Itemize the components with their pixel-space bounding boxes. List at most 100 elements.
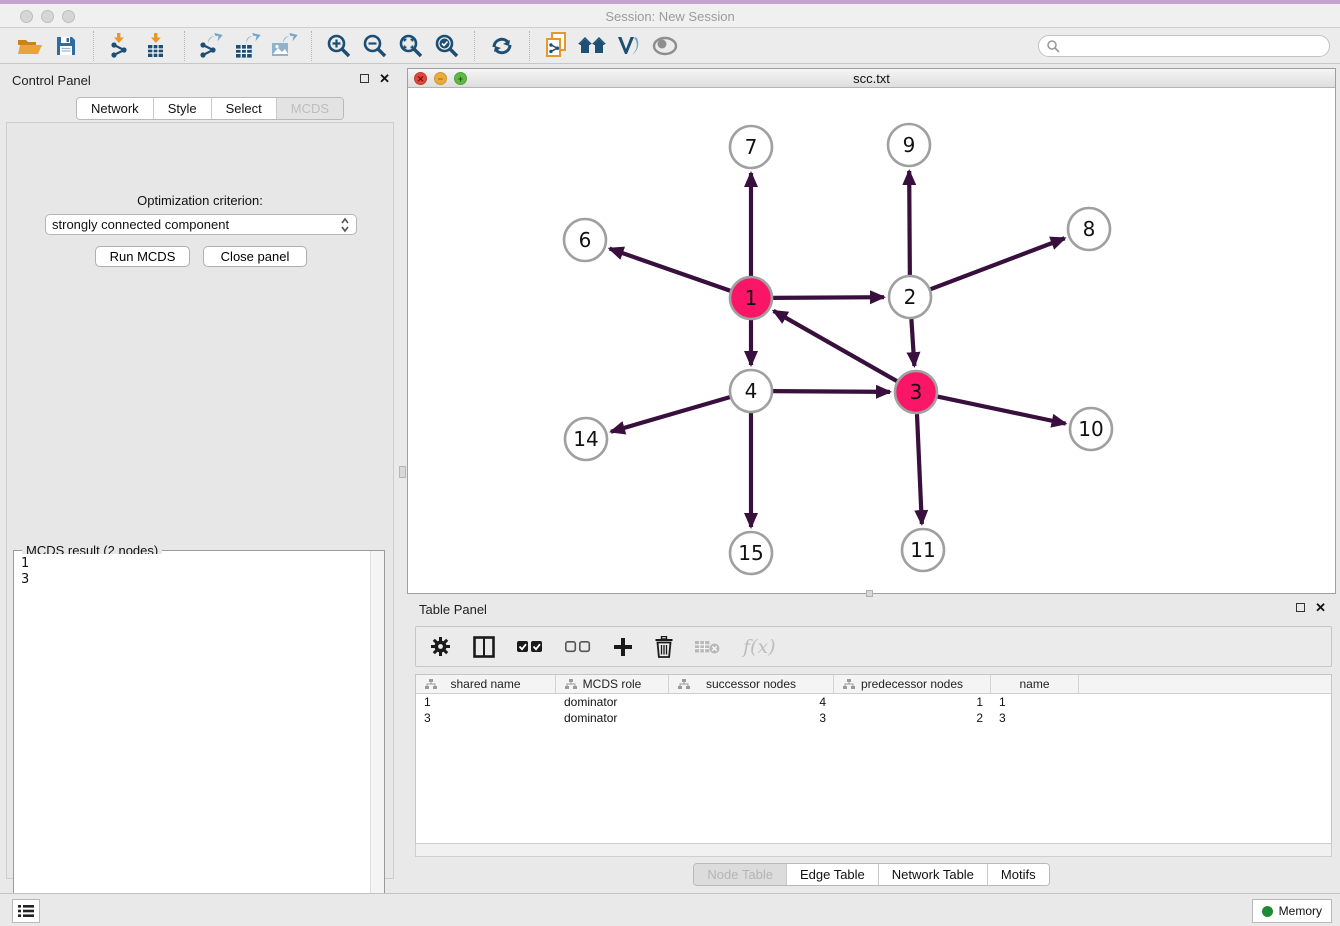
- graph-node-15[interactable]: 15: [730, 532, 772, 574]
- splitter-handle[interactable]: [399, 466, 406, 478]
- network-resize-handle[interactable]: [866, 590, 873, 597]
- task-history-button[interactable]: [12, 899, 40, 923]
- table-cell[interactable]: 3: [991, 710, 1079, 726]
- import-network-icon[interactable]: [106, 32, 136, 60]
- graph-node-9[interactable]: 9: [888, 124, 930, 166]
- control-panel-title: Control Panel: [12, 73, 91, 88]
- list-icon: [18, 904, 34, 918]
- edge-2-3[interactable]: [911, 319, 914, 366]
- tab-network-table[interactable]: Network Table: [879, 864, 988, 885]
- table-cell[interactable]: 1: [834, 694, 991, 710]
- edge-2-8[interactable]: [931, 238, 1065, 289]
- zoom-in-icon[interactable]: [324, 32, 354, 60]
- graph-node-3[interactable]: 3: [895, 371, 937, 413]
- tab-motifs[interactable]: Motifs: [988, 864, 1049, 885]
- graph-node-7[interactable]: 7: [730, 126, 772, 168]
- tab-style[interactable]: Style: [154, 98, 212, 119]
- svg-text:6: 6: [579, 228, 592, 252]
- table-cell[interactable]: dominator: [556, 694, 669, 710]
- eye-icon[interactable]: [650, 32, 680, 60]
- edge-3-11[interactable]: [917, 414, 922, 524]
- search-box[interactable]: [1038, 35, 1330, 57]
- graph-node-11[interactable]: 11: [902, 529, 944, 571]
- float-table-panel-icon[interactable]: [1296, 603, 1305, 612]
- table-cell[interactable]: 4: [669, 694, 834, 710]
- edge-2-9[interactable]: [909, 171, 910, 275]
- graph-node-1[interactable]: 1: [730, 277, 772, 319]
- optimization-criterion-dropdown[interactable]: strongly connected component: [45, 214, 357, 235]
- graph-node-2[interactable]: 2: [889, 276, 931, 318]
- column-header-shared-name[interactable]: shared name: [416, 675, 556, 693]
- home-icon[interactable]: [578, 32, 608, 60]
- svg-text:9: 9: [903, 133, 916, 157]
- table-hscrollbar[interactable]: [415, 843, 1332, 857]
- select-all-icon[interactable]: [517, 632, 543, 662]
- control-panel: Control Panel ✕ NetworkStyleSelectMCDS O…: [0, 68, 400, 882]
- dropdown-stepper-icon: [340, 217, 350, 233]
- visual-style-icon[interactable]: [614, 32, 644, 60]
- columns-icon[interactable]: [473, 632, 495, 662]
- deselect-all-icon[interactable]: [565, 632, 591, 662]
- refresh-icon[interactable]: [487, 32, 517, 60]
- table-cell[interactable]: 3: [416, 710, 556, 726]
- table-cell[interactable]: dominator: [556, 710, 669, 726]
- mcds-panel: Optimization criterion: strongly connect…: [6, 122, 394, 879]
- export-table-icon[interactable]: [233, 32, 263, 60]
- edge-1-2[interactable]: [773, 297, 884, 298]
- graph-node-6[interactable]: 6: [564, 219, 606, 261]
- gear-icon[interactable]: [430, 632, 451, 662]
- graph-node-14[interactable]: 14: [565, 418, 607, 460]
- tab-edge-table[interactable]: Edge Table: [787, 864, 879, 885]
- add-row-icon[interactable]: [613, 632, 633, 662]
- table-cell[interactable]: 2: [834, 710, 991, 726]
- tab-network[interactable]: Network: [77, 98, 154, 119]
- edge-4-3[interactable]: [773, 391, 890, 392]
- zoom-out-icon[interactable]: [360, 32, 390, 60]
- mcds-result-list[interactable]: 1 3: [15, 554, 369, 923]
- import-table-icon[interactable]: [142, 32, 172, 60]
- export-image-icon[interactable]: [269, 32, 299, 60]
- save-icon[interactable]: [51, 32, 81, 60]
- table-panel: Table Panel ✕ f(x) shared name MCDS r: [407, 597, 1336, 890]
- delete-row-icon[interactable]: [655, 632, 673, 662]
- zoom-selected-icon[interactable]: [432, 32, 462, 60]
- close-panel-icon[interactable]: ✕: [379, 73, 390, 84]
- table-cell[interactable]: 3: [669, 710, 834, 726]
- column-header-MCDS-role[interactable]: MCDS role: [556, 675, 669, 693]
- edge-1-6[interactable]: [610, 249, 731, 291]
- result-scrollbar[interactable]: [370, 551, 384, 924]
- tab-node-table[interactable]: Node Table: [694, 864, 787, 885]
- edge-4-14[interactable]: [611, 397, 730, 432]
- open-folder-icon[interactable]: [15, 32, 45, 60]
- tab-select[interactable]: Select: [212, 98, 277, 119]
- table-cell[interactable]: 1: [991, 694, 1079, 710]
- run-mcds-button[interactable]: Run MCDS: [95, 246, 190, 267]
- export-network-icon[interactable]: [197, 32, 227, 60]
- copy-network-icon[interactable]: [542, 32, 572, 60]
- table-cell[interactable]: 1: [416, 694, 556, 710]
- zoom-fit-icon[interactable]: [396, 32, 426, 60]
- edge-3-10[interactable]: [938, 397, 1066, 424]
- column-header-name[interactable]: name: [991, 675, 1079, 693]
- network-window-titlebar[interactable]: ✕ − + scc.txt: [408, 69, 1335, 88]
- graph-node-8[interactable]: 8: [1068, 208, 1110, 250]
- table-row[interactable]: 3dominator323: [416, 710, 1331, 726]
- close-panel-button[interactable]: Close panel: [203, 246, 307, 267]
- search-input[interactable]: [1060, 37, 1329, 55]
- graph-node-4[interactable]: 4: [730, 370, 772, 412]
- svg-text:8: 8: [1083, 217, 1096, 241]
- search-icon: [1046, 39, 1060, 53]
- network-canvas[interactable]: 7 9 6 8 1 2 4 3 14 10 15 11: [408, 88, 1335, 593]
- tree-icon: [425, 679, 437, 690]
- column-header-predecessor-nodes[interactable]: predecessor nodes: [834, 675, 991, 693]
- memory-button[interactable]: Memory: [1252, 899, 1332, 923]
- network-view-window: ✕ − + scc.txt 7 9 6 8 1 2 4 3 14 10 15 11: [407, 68, 1336, 594]
- close-table-panel-icon[interactable]: ✕: [1315, 602, 1326, 613]
- table-toolbar: f(x): [415, 626, 1332, 667]
- edge-3-1[interactable]: [774, 311, 897, 381]
- float-panel-icon[interactable]: [360, 74, 369, 83]
- table-row[interactable]: 1dominator411: [416, 694, 1331, 710]
- column-header-successor-nodes[interactable]: successor nodes: [669, 675, 834, 693]
- graph-node-10[interactable]: 10: [1070, 408, 1112, 450]
- tab-mcds[interactable]: MCDS: [277, 98, 343, 119]
